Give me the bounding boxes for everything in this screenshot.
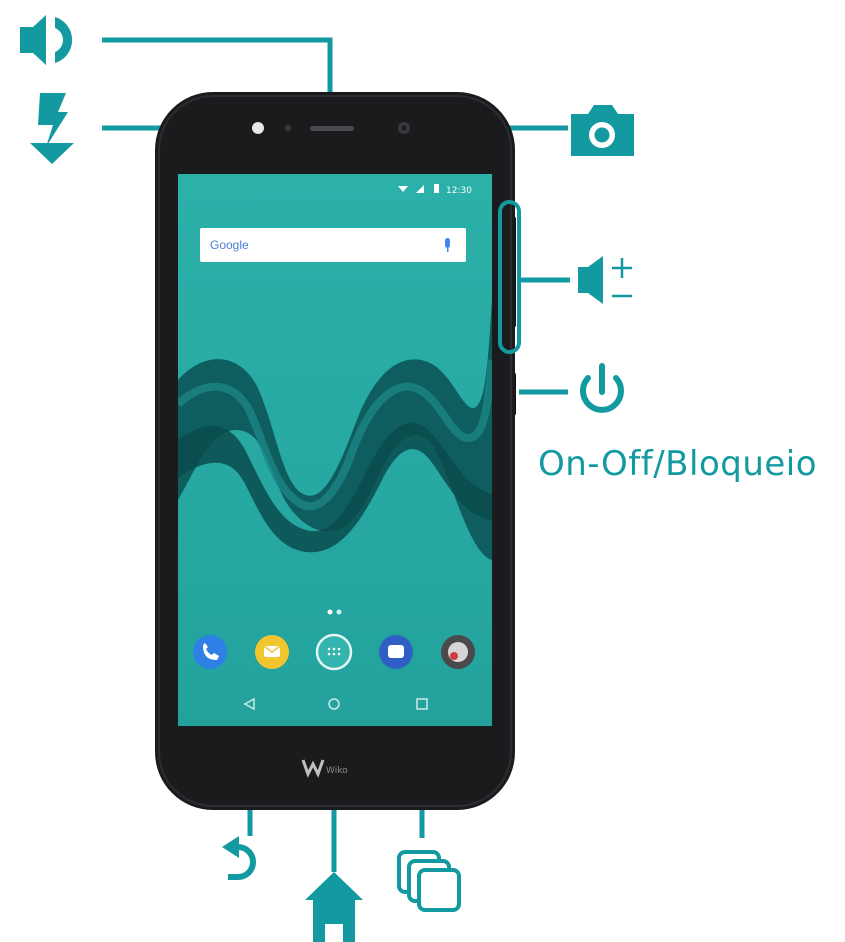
mic-icon[interactable] — [445, 238, 450, 248]
front-sensor — [285, 125, 291, 131]
flash-icon — [38, 93, 68, 147]
camera-icon — [571, 105, 634, 156]
camera-app-icon[interactable] — [441, 635, 475, 669]
search-bar[interactable]: Google — [200, 228, 466, 262]
screen: 12:30 Google — [178, 174, 492, 726]
front-flash — [252, 122, 264, 134]
search-logo: Google — [210, 238, 249, 252]
power-label: On-Off/Bloqueio — [538, 444, 818, 484]
power-icon — [580, 363, 624, 413]
home-icon — [305, 872, 363, 942]
recent-apps-icon — [397, 850, 461, 912]
status-time: 12:30 — [446, 186, 472, 196]
earpiece — [310, 126, 354, 131]
battery-icon — [434, 184, 439, 193]
speaker-icon — [20, 15, 73, 65]
volume-icon — [578, 256, 632, 304]
phone-app-icon[interactable] — [193, 635, 227, 669]
messages-app-icon[interactable] — [255, 635, 289, 669]
mic-icon-stand — [447, 248, 449, 252]
page-dot-1 — [327, 609, 333, 615]
page-dot-2 — [336, 609, 342, 615]
back-icon — [222, 836, 256, 880]
flash-icon-arrow — [30, 143, 74, 164]
chat-app-icon[interactable] — [379, 635, 413, 669]
front-camera-lens — [401, 125, 407, 131]
brand-text: Wiko — [326, 766, 348, 776]
app-drawer-icon[interactable] — [315, 633, 353, 671]
